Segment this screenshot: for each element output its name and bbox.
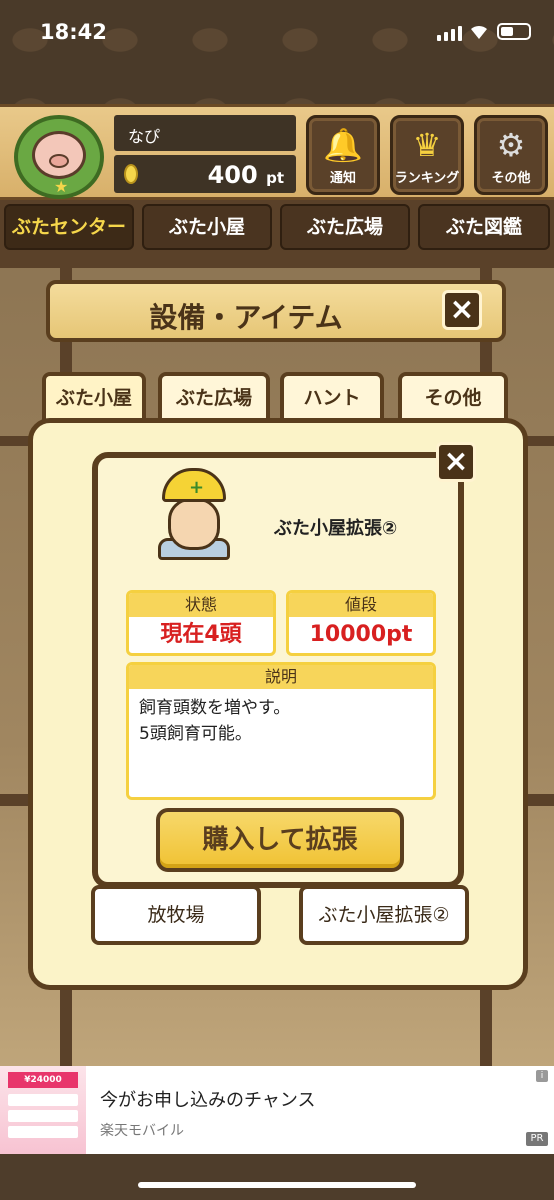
wifi-icon [471, 25, 487, 39]
price-label: 値段 [289, 593, 433, 617]
player-name: なぴ [114, 115, 296, 151]
item-detail-dialog: × + ぶた小屋拡張② 状態 現在4頭 値段 10000pt 説明 飼育頭数を増… [92, 442, 476, 888]
tab-other[interactable]: その他 [398, 372, 508, 420]
pig-face-icon [32, 131, 86, 179]
description-box: 説明 飼育頭数を増やす。 5頭飼育可能。 [126, 662, 436, 800]
worker-illustration: + [154, 468, 234, 560]
ad-thumbnail: ¥24000 [0, 1066, 86, 1154]
nav-buta-koya[interactable]: ぶた小屋 [142, 204, 272, 250]
nav-buta-hiroba[interactable]: ぶた広場 [280, 204, 410, 250]
crown-icon: ♛ [412, 126, 442, 164]
ad-banner[interactable]: ¥24000 今がお申し込みのチャンス 楽天モバイル i PR [0, 1066, 554, 1154]
bottom-area [0, 1154, 554, 1200]
tab-buta-hiroba[interactable]: ぶた広場 [158, 372, 270, 420]
ad-advertiser: 楽天モバイル [100, 1123, 184, 1139]
helmet-icon: + [162, 468, 226, 502]
clock: 18:42 [40, 20, 107, 44]
notification-button[interactable]: 🔔 通知 [306, 115, 380, 195]
gear-icon: ⚙ [496, 126, 526, 164]
modal-title-bar: 設備・アイテム × [46, 280, 506, 342]
description-line: 飼育頭数を増やす。 [139, 698, 291, 718]
nav-buta-center[interactable]: ぶたセンター [4, 204, 134, 250]
points-value: 400 [207, 161, 258, 189]
other-button[interactable]: ⚙ その他 [474, 115, 548, 195]
bell-icon: 🔔 [323, 126, 363, 164]
dialog-close-button[interactable]: × [436, 442, 476, 482]
list-item-koya-kakucho[interactable]: ぶた小屋拡張② [299, 885, 469, 945]
purchase-expand-button[interactable]: 購入して拡張 [156, 808, 404, 872]
signal-icon [437, 26, 462, 41]
price-box: 値段 10000pt [286, 590, 436, 656]
star-icon: ★ [54, 177, 69, 196]
page-title: 設備・アイテム [149, 301, 343, 334]
points-unit: pt [266, 169, 284, 187]
nav-buta-zukan[interactable]: ぶた図鑑 [418, 204, 550, 250]
ad-headline: 今がお申し込みのチャンス [100, 1090, 316, 1111]
battery-icon [497, 23, 531, 40]
status-bar: 18:42 [0, 0, 554, 66]
status-box: 状態 現在4頭 [126, 590, 276, 656]
description-label: 説明 [129, 665, 433, 689]
price-value: 10000pt [309, 622, 413, 647]
avatar[interactable]: ★ [14, 115, 104, 199]
status-value: 現在4頭 [160, 622, 242, 647]
main-nav: ぶたセンター ぶた小屋 ぶた広場 ぶた図鑑 [0, 200, 554, 254]
other-label: その他 [491, 171, 531, 186]
list-item-hobokujo[interactable]: 放牧場 [91, 885, 261, 945]
ad-pr-badge: PR [526, 1132, 548, 1146]
home-indicator[interactable] [138, 1182, 416, 1188]
coin-icon [124, 164, 138, 184]
tab-hunt[interactable]: ハント [280, 372, 384, 420]
status-label: 状態 [129, 593, 273, 617]
description-line: 5頭飼育可能。 [139, 724, 252, 744]
points-display: 400 pt [114, 155, 296, 193]
ranking-button[interactable]: ♛ ランキング [390, 115, 464, 195]
ad-thumb-price: ¥24000 [8, 1072, 78, 1088]
item-name: ぶた小屋拡張② [274, 518, 398, 539]
ad-info-icon[interactable]: i [536, 1070, 548, 1082]
notification-label: 通知 [329, 171, 356, 186]
ranking-label: ランキング [394, 171, 460, 186]
header-bar: ★ なぴ 400 pt 🔔 通知 ♛ ランキング ⚙ その他 [0, 104, 554, 200]
modal-close-button[interactable]: × [442, 290, 482, 330]
